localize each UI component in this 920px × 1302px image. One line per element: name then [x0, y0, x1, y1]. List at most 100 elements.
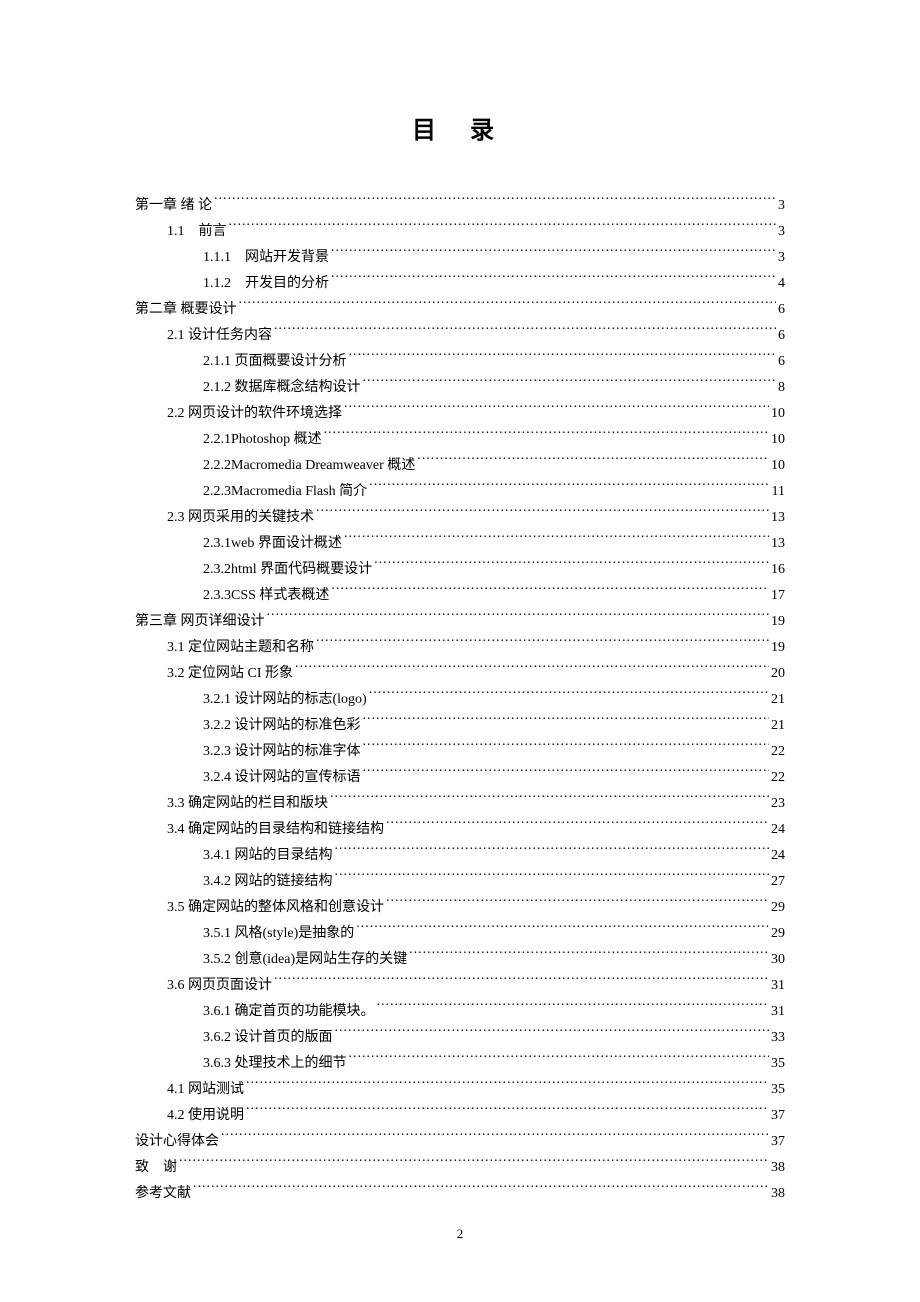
toc-entry: 3.5.2 创意(idea)是网站生存的关键30 — [135, 947, 785, 973]
toc-entry-label: 2.2.1Photoshop 概述 — [203, 427, 322, 453]
toc-entry: 2.3.1web 界面设计概述 13 — [135, 531, 785, 557]
toc-entry-page: 37 — [771, 1103, 785, 1129]
toc-entry-page: 31 — [771, 999, 785, 1025]
toc-leader-dots — [193, 1183, 769, 1197]
toc-entry-page: 13 — [771, 531, 785, 557]
toc-entry-page: 35 — [771, 1077, 785, 1103]
toc-entry: 3.6.1 确定首页的功能模块。 31 — [135, 999, 785, 1025]
toc-entry-page: 17 — [771, 583, 785, 609]
toc-entry: 4.1 网站测试 35 — [135, 1077, 785, 1103]
toc-entry-label: 3.6.1 确定首页的功能模块。 — [203, 999, 375, 1025]
toc-entry: 3.5.1 风格(style)是抽象的 29 — [135, 921, 785, 947]
toc-entry-page: 38 — [771, 1181, 785, 1207]
toc-entry-label: 3.6.2 设计首页的版面 — [203, 1025, 333, 1051]
toc-entry-label: 第二章 概要设计 — [135, 297, 237, 323]
toc-entry-label: 2.3 网页采用的关键技术 — [167, 505, 314, 531]
toc-leader-dots — [246, 1105, 769, 1119]
toc-entry-label: 2.3.3CSS 样式表概述 — [203, 583, 329, 609]
toc-entry-page: 16 — [771, 557, 785, 583]
toc-leader-dots — [369, 481, 769, 495]
toc-entry-label: 2.3.2html 界面代码概要设计 — [203, 557, 372, 583]
toc-leader-dots — [356, 923, 769, 937]
toc-entry-page: 21 — [771, 687, 785, 713]
toc-entry: 2.3.2html 界面代码概要设计 16 — [135, 557, 785, 583]
toc-entry-page: 6 — [778, 323, 785, 349]
toc-title: 目 录 — [135, 110, 785, 145]
toc-leader-dots — [316, 507, 769, 521]
toc-entry-label: 2.3.1web 界面设计概述 — [203, 531, 342, 557]
toc-entry-page: 37 — [771, 1129, 785, 1155]
toc-entry: 3.5 确定网站的整体风格和创意设计 29 — [135, 895, 785, 921]
toc-entry-page: 29 — [771, 921, 785, 947]
toc-entry-label: 3.5.1 风格(style)是抽象的 — [203, 921, 354, 947]
toc-entry-page: 6 — [778, 297, 785, 323]
toc-entry-page: 13 — [771, 505, 785, 531]
toc-leader-dots — [214, 195, 776, 209]
toc-entry: 2.1 设计任务内容 6 — [135, 323, 785, 349]
toc-leader-dots — [331, 585, 769, 599]
toc-entry: 2.2 网页设计的软件环境选择10 — [135, 401, 785, 427]
toc-entry-page: 29 — [771, 895, 785, 921]
toc-entry-page: 11 — [772, 479, 785, 505]
toc-entry-page: 4 — [778, 271, 785, 297]
toc-entry-page: 24 — [771, 817, 785, 843]
table-of-contents: 第一章 绪 论31.1 前言31.1.1 网站开发背景31.1.2 开发目的分析… — [135, 193, 785, 1207]
toc-leader-dots — [374, 559, 769, 573]
toc-entry-label: 4.1 网站测试 — [167, 1077, 244, 1103]
toc-entry-label: 4.2 使用说明 — [167, 1103, 244, 1129]
toc-entry: 1.1.2 开发目的分析 4 — [135, 271, 785, 297]
toc-entry-page: 3 — [778, 245, 785, 271]
toc-entry-page: 3 — [778, 193, 785, 219]
toc-entry: 3.4.1 网站的目录结构24 — [135, 843, 785, 869]
toc-leader-dots — [179, 1157, 769, 1171]
toc-entry-page: 19 — [771, 609, 785, 635]
toc-entry-page: 23 — [771, 791, 785, 817]
toc-entry-label: 1.1.1 网站开发背景 — [203, 245, 329, 271]
toc-leader-dots — [386, 819, 769, 833]
toc-entry-page: 24 — [771, 843, 785, 869]
toc-entry: 设计心得体会 37 — [135, 1129, 785, 1155]
toc-entry: 2.1.1 页面概要设计分析6 — [135, 349, 785, 375]
toc-leader-dots — [331, 273, 776, 287]
toc-entry: 4.2 使用说明 37 — [135, 1103, 785, 1129]
toc-entry: 3.6 网页页面设计31 — [135, 973, 785, 999]
toc-leader-dots — [417, 455, 769, 469]
toc-entry: 2.3.3CSS 样式表概述 17 — [135, 583, 785, 609]
toc-leader-dots — [344, 533, 769, 547]
toc-entry-label: 2.1.2 数据库概念结构设计 — [203, 375, 361, 401]
toc-entry: 3.2.2 设计网站的标准色彩 21 — [135, 713, 785, 739]
toc-entry: 2.1.2 数据库概念结构设计8 — [135, 375, 785, 401]
toc-leader-dots — [295, 663, 769, 677]
toc-entry: 2.2.1Photoshop 概述10 — [135, 427, 785, 453]
toc-leader-dots — [409, 949, 769, 963]
toc-entry-label: 2.2.2Macromedia Dreamweaver 概述 — [203, 453, 415, 479]
toc-entry-page: 27 — [771, 869, 785, 895]
toc-leader-dots — [386, 897, 769, 911]
toc-entry-page: 30 — [771, 947, 785, 973]
toc-entry-label: 致 谢 — [135, 1155, 177, 1181]
toc-entry-label: 2.1 设计任务内容 — [167, 323, 272, 349]
toc-entry-page: 38 — [771, 1155, 785, 1181]
toc-entry-label: 3.2.4 设计网站的宣传标语 — [203, 765, 361, 791]
toc-entry-label: 1.1 前言 — [167, 219, 227, 245]
toc-entry-label: 3.5 确定网站的整体风格和创意设计 — [167, 895, 384, 921]
page-number: 2 — [0, 1226, 920, 1242]
toc-entry: 3.2.1 设计网站的标志(logo)21 — [135, 687, 785, 713]
toc-entry: 3.2.3 设计网站的标准字体22 — [135, 739, 785, 765]
toc-entry: 第一章 绪 论3 — [135, 193, 785, 219]
toc-entry-page: 21 — [771, 713, 785, 739]
toc-entry: 2.3 网页采用的关键技术 13 — [135, 505, 785, 531]
toc-entry-label: 3.1 定位网站主题和名称 — [167, 635, 314, 661]
toc-entry-label: 3.6 网页页面设计 — [167, 973, 272, 999]
toc-entry-label: 3.2.2 设计网站的标准色彩 — [203, 713, 361, 739]
toc-entry-page: 6 — [778, 349, 785, 375]
toc-leader-dots — [246, 1079, 769, 1093]
toc-leader-dots — [330, 793, 769, 807]
toc-leader-dots — [363, 377, 777, 391]
toc-entry-label: 设计心得体会 — [135, 1129, 219, 1155]
toc-entry-label: 3.2.3 设计网站的标准字体 — [203, 739, 361, 765]
toc-entry-label: 3.2 定位网站 CI 形象 — [167, 661, 293, 687]
toc-entry-label: 1.1.2 开发目的分析 — [203, 271, 329, 297]
toc-entry: 3.2.4 设计网站的宣传标语22 — [135, 765, 785, 791]
toc-leader-dots — [239, 299, 777, 313]
